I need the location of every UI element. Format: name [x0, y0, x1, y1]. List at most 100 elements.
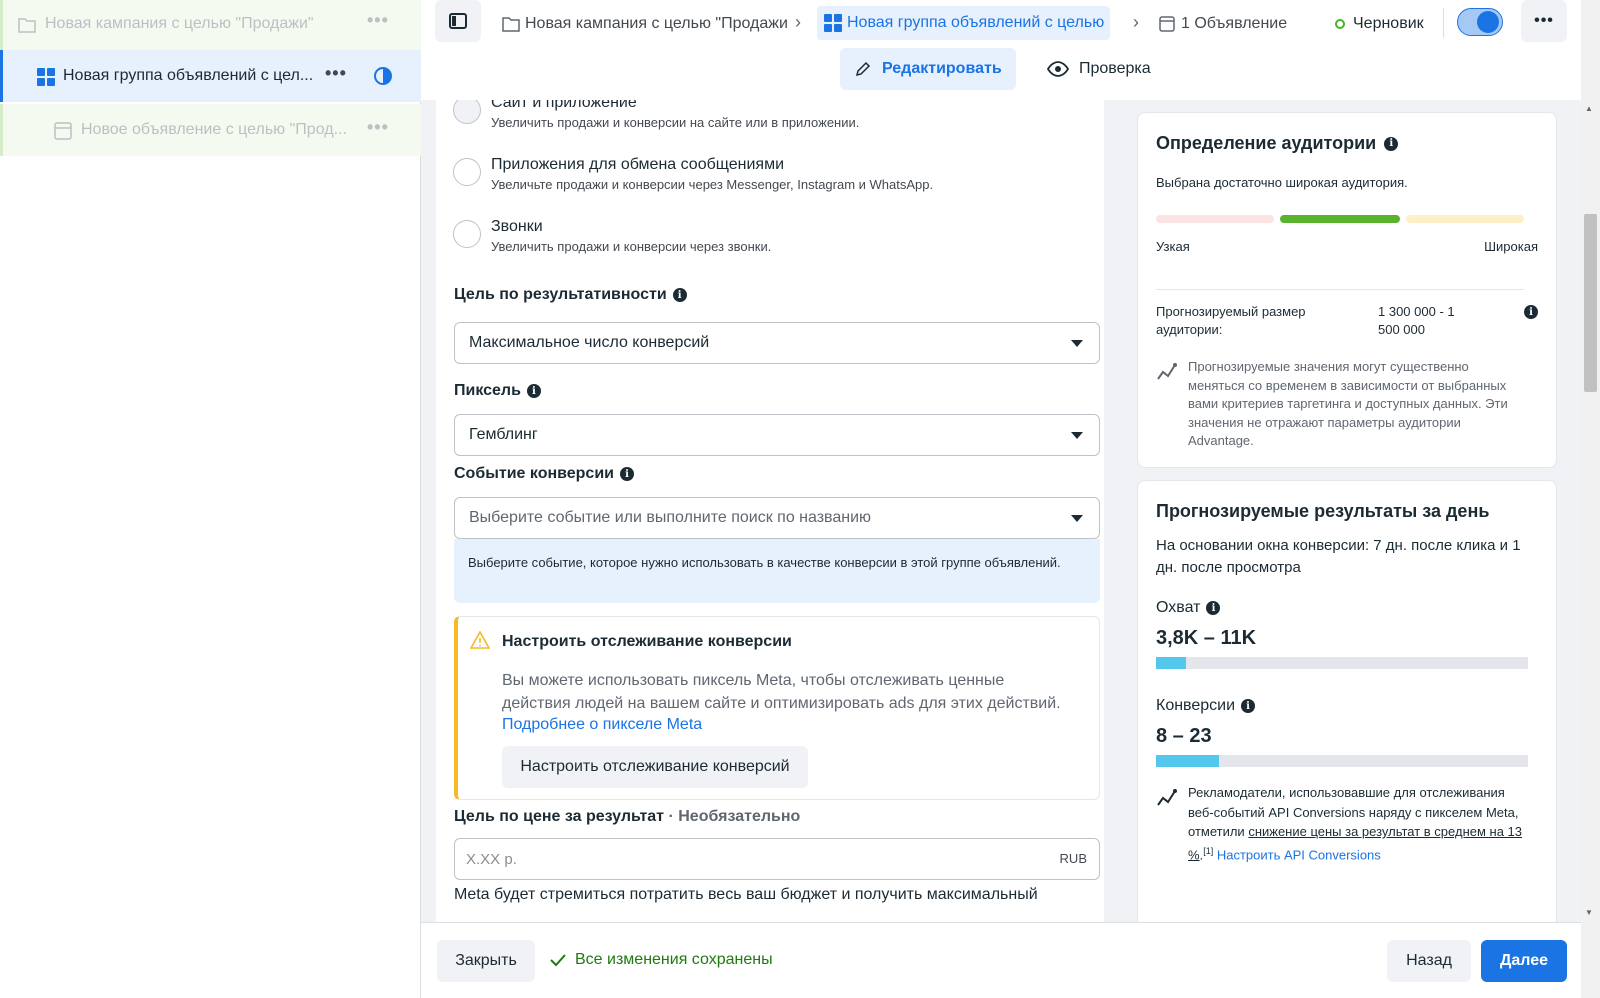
reach-label: Охват i — [1156, 599, 1221, 617]
save-status-label: Все изменения сохранены — [575, 951, 773, 968]
tree-item-label: Новая группа объявлений с цел... — [63, 67, 313, 84]
conversions-value: 8 – 23 — [1156, 725, 1212, 747]
option-description: Увеличить продажи и конверсии через звон… — [491, 239, 772, 254]
pixel-learn-more-link[interactable]: Подробнее о пикселе Meta — [502, 716, 702, 734]
warning-text: Вы можете использовать пиксель Meta, что… — [502, 672, 1061, 712]
option-title: Сайт и приложение — [491, 100, 637, 111]
divider — [1156, 289, 1524, 290]
conversion-tracking-warning: Настроить отслеживание конверсии Вы може… — [454, 616, 1100, 800]
info-icon[interactable]: i — [1241, 699, 1256, 713]
campaign-toggle[interactable] — [1457, 8, 1503, 36]
caret-down-icon — [1071, 340, 1083, 347]
cost-goal-input[interactable]: X.XX р. RUB — [454, 838, 1100, 880]
optional-tag: · Необязательно — [668, 808, 801, 825]
trend-icon — [1157, 363, 1177, 380]
status-dot-icon — [1335, 19, 1345, 29]
scroll-down-icon[interactable]: ▼ — [1585, 908, 1593, 917]
setup-api-link[interactable]: Настроить API Conversions — [1217, 847, 1381, 862]
results-title: Прогнозируемые результаты за день — [1156, 501, 1490, 521]
tree-item-campaign[interactable]: Новая кампания с целью "Продажи" ••• — [0, 0, 421, 52]
audience-size-label: Прогнозируемый размер аудитории: — [1156, 304, 1306, 337]
close-button[interactable]: Закрыть — [437, 940, 535, 982]
reach-bar — [1156, 657, 1528, 669]
api-note: Рекламодатели, использовавшие для отслеж… — [1188, 785, 1523, 862]
info-icon[interactable]: i — [1384, 136, 1399, 151]
reach-bar-fill — [1156, 657, 1186, 669]
tab-edit[interactable]: Редактировать — [840, 48, 1016, 90]
footnote-ref: [1] — [1203, 845, 1214, 856]
currency-label: RUB — [1059, 851, 1087, 866]
option-radio[interactable] — [453, 158, 481, 186]
breadcrumb-ad[interactable]: 1 Объявление — [1157, 10, 1287, 38]
pixel-label: Пиксель i — [454, 382, 541, 400]
reach-value: 3,8K – 11K — [1156, 627, 1257, 649]
cost-goal-label: Цель по цене за результат · Необязательн… — [454, 808, 800, 826]
more-icon: ••• — [1534, 12, 1554, 29]
divider — [1443, 8, 1444, 38]
event-label: Событие конверсии i — [454, 465, 634, 483]
daily-results-card: Прогнозируемые результаты за день На осн… — [1137, 480, 1557, 922]
info-icon[interactable]: i — [1206, 601, 1221, 615]
cost-goal-note: Meta будет стремиться потратить весь ваш… — [454, 886, 1038, 903]
cost-goal-label-text: Цель по цене за результат — [454, 808, 665, 825]
checkmark-icon — [550, 954, 566, 967]
setup-tracking-button[interactable]: Настроить отслеживание конверсий — [502, 746, 808, 788]
info-icon[interactable]: i — [526, 384, 541, 398]
next-button[interactable]: Далее — [1481, 940, 1567, 982]
tree-item-adset[interactable]: Новая группа объявлений с цел... ••• — [0, 50, 421, 102]
save-status: Все изменения сохранены — [549, 951, 773, 969]
tab-review[interactable]: Проверка — [1033, 48, 1165, 90]
caret-down-icon — [1071, 432, 1083, 439]
info-icon[interactable]: i — [620, 467, 634, 481]
breadcrumb-campaign-label: Новая кампания с целью "Продажи — [525, 15, 788, 32]
option-radio[interactable] — [453, 100, 481, 124]
goal-select-value: Максимальное число конверсий — [469, 334, 710, 351]
breadcrumb-adset-label: Новая группа объявлений с целью — [847, 14, 1105, 31]
warning-icon — [470, 631, 490, 649]
audience-subtitle: Выбрана достаточно широкая аудитория. — [1156, 175, 1408, 190]
gauge-wide-label: Широкая — [1484, 239, 1538, 254]
grid-icon — [824, 14, 842, 32]
audience-title: Определение аудитории i — [1156, 133, 1399, 154]
scrollbar-thumb[interactable] — [1584, 214, 1597, 392]
tree-item-label: Новая кампания с целью "Продажи" — [45, 15, 314, 32]
goal-label: Цель по результативности i — [454, 286, 687, 304]
event-select[interactable]: Выберите событие или выполните поиск по … — [454, 497, 1100, 539]
scrollbar[interactable]: ▲ ▼ — [1581, 0, 1600, 998]
gauge-narrow — [1156, 215, 1274, 223]
info-icon[interactable]: i — [1524, 305, 1538, 319]
half-circle-status-icon — [374, 67, 392, 85]
more-icon[interactable]: ••• — [367, 10, 389, 31]
trend-icon — [1157, 789, 1177, 806]
pixel-label-text: Пиксель — [454, 382, 521, 399]
scroll-up-icon[interactable]: ▲ — [1585, 104, 1593, 113]
chevron-right-icon: › — [1133, 12, 1139, 32]
audience-note: Прогнозируемые значения могут существенн… — [1188, 359, 1508, 448]
pixel-select[interactable]: Гемблинг — [454, 414, 1100, 456]
chevron-right-icon: › — [795, 12, 801, 32]
goal-select[interactable]: Максимальное число конверсий — [454, 322, 1100, 364]
folder-icon — [18, 18, 36, 33]
conversions-bar-fill — [1156, 755, 1220, 767]
footer-bar: Закрыть Все изменения сохранены Назад Да… — [421, 922, 1581, 992]
back-button[interactable]: Назад — [1387, 940, 1471, 982]
option-description: Увеличить продажи и конверсии на сайте и… — [491, 115, 860, 130]
toggle-sidebar-button[interactable] — [435, 0, 481, 42]
breadcrumb-adset[interactable]: Новая группа объявлений с целью — [817, 6, 1111, 40]
option-radio[interactable] — [453, 220, 481, 248]
status-label: Черновик — [1353, 15, 1424, 32]
audience-title-text: Определение аудитории — [1156, 133, 1377, 153]
pixel-select-value: Гемблинг — [469, 426, 538, 443]
more-icon[interactable]: ••• — [325, 63, 347, 84]
more-icon[interactable]: ••• — [367, 117, 389, 138]
campaign-tree: Новая кампания с целью "Продажи" ••• Нов… — [0, 0, 421, 998]
more-options-button[interactable]: ••• — [1521, 0, 1567, 42]
gauge-narrow-label: Узкая — [1156, 239, 1190, 254]
gauge-fit — [1280, 215, 1400, 223]
conversions-label-text: Конверсии — [1156, 697, 1236, 714]
top-bar: Новая кампания с целью "Продажи › Новая … — [421, 0, 1581, 100]
event-select-placeholder: Выберите событие или выполните поиск по … — [469, 509, 872, 526]
tree-item-ad[interactable]: Новое объявление с целью "Прод... ••• — [0, 104, 421, 156]
info-icon[interactable]: i — [672, 288, 687, 302]
breadcrumb-campaign[interactable]: Новая кампания с целью "Продажи — [501, 10, 788, 38]
